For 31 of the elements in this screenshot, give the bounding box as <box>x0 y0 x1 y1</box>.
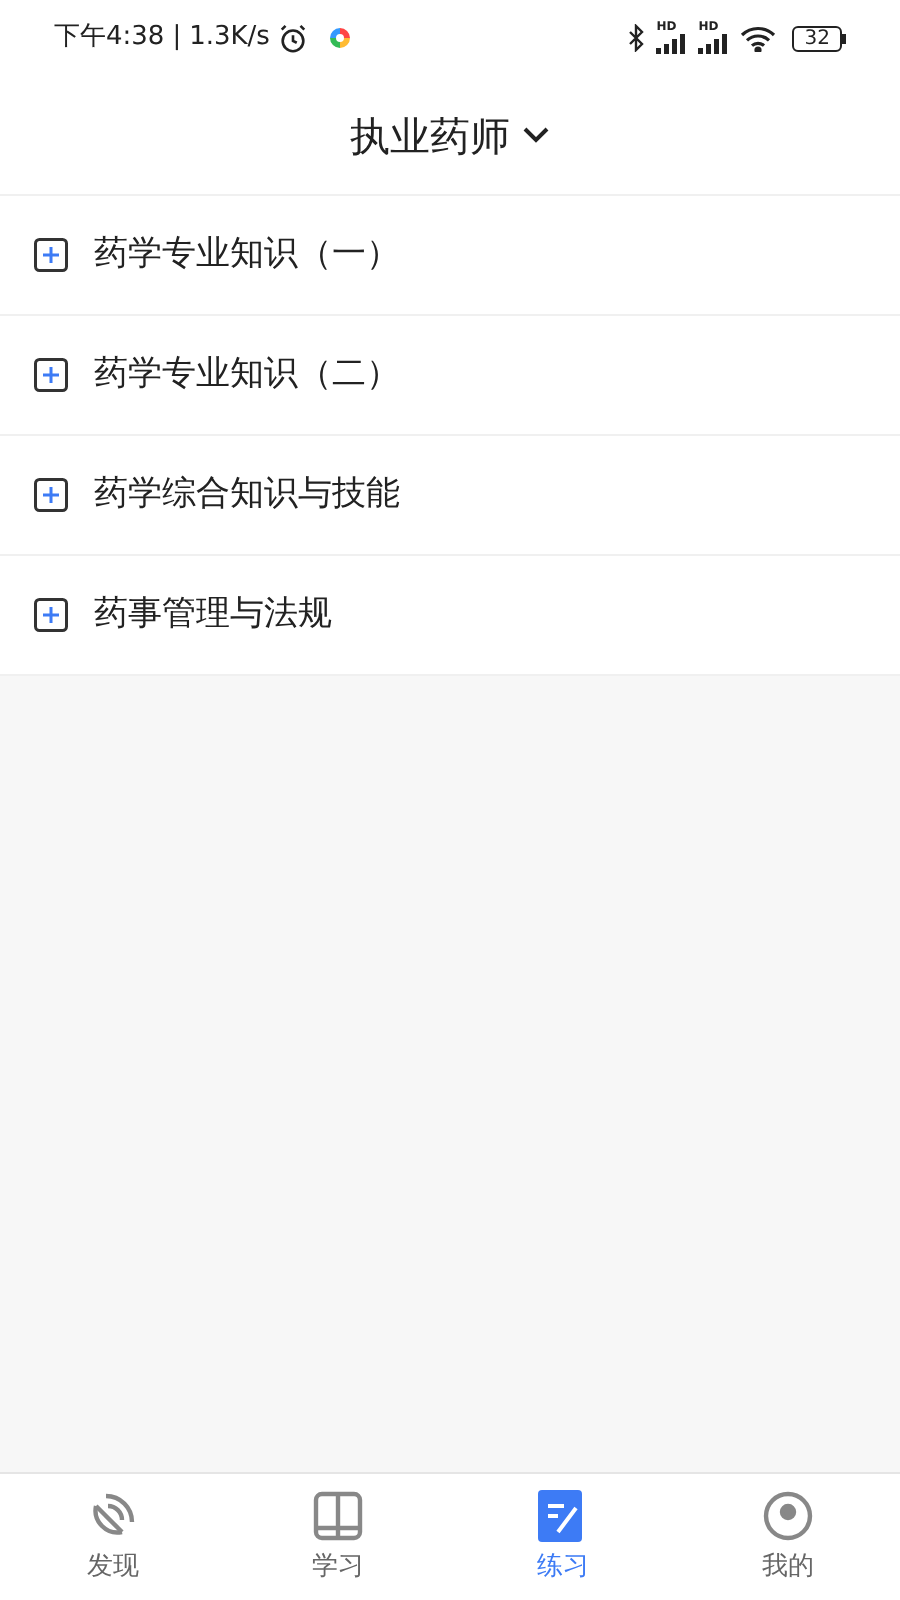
title-dropdown[interactable]: 执业药师 <box>350 105 550 165</box>
signal-icon <box>656 34 689 54</box>
subject-row[interactable]: 药学综合知识与技能 <box>0 436 900 556</box>
chevron-down-icon <box>522 126 550 144</box>
expand-icon <box>34 478 68 512</box>
subject-row[interactable]: 药学专业知识（二） <box>0 316 900 436</box>
practice-icon <box>538 1487 587 1544</box>
expand-icon <box>34 598 68 632</box>
subject-label: 药学专业知识（二） <box>94 351 400 398</box>
expand-icon <box>34 358 68 392</box>
alarm-icon <box>277 23 308 53</box>
tab-item[interactable]: 学习 <box>225 1474 450 1600</box>
battery-indicator: 32 <box>792 25 842 51</box>
subject-row[interactable]: 药事管理与法规 <box>0 556 900 676</box>
tab-item[interactable]: 我的 <box>675 1474 900 1600</box>
subject-label: 药事管理与法规 <box>94 591 332 638</box>
network-speed: 1.3K/s <box>189 20 270 57</box>
tab-item[interactable]: 发现 <box>0 1474 225 1600</box>
signal-icon <box>698 34 731 54</box>
bluetooth-icon <box>628 24 647 52</box>
person-icon <box>759 1487 816 1544</box>
subject-label: 药学专业知识（一） <box>94 231 400 278</box>
expand-icon <box>34 238 68 272</box>
app-icon <box>327 26 352 50</box>
book-icon <box>309 1487 366 1544</box>
wifi-icon <box>740 25 777 51</box>
status-separator: | <box>172 20 182 57</box>
tab-item[interactable]: 练习 <box>450 1474 675 1600</box>
status-time: 下午4:38 <box>54 20 165 57</box>
subject-row[interactable]: 药学专业知识（一） <box>0 196 900 316</box>
subject-label: 药学综合知识与技能 <box>94 471 400 518</box>
